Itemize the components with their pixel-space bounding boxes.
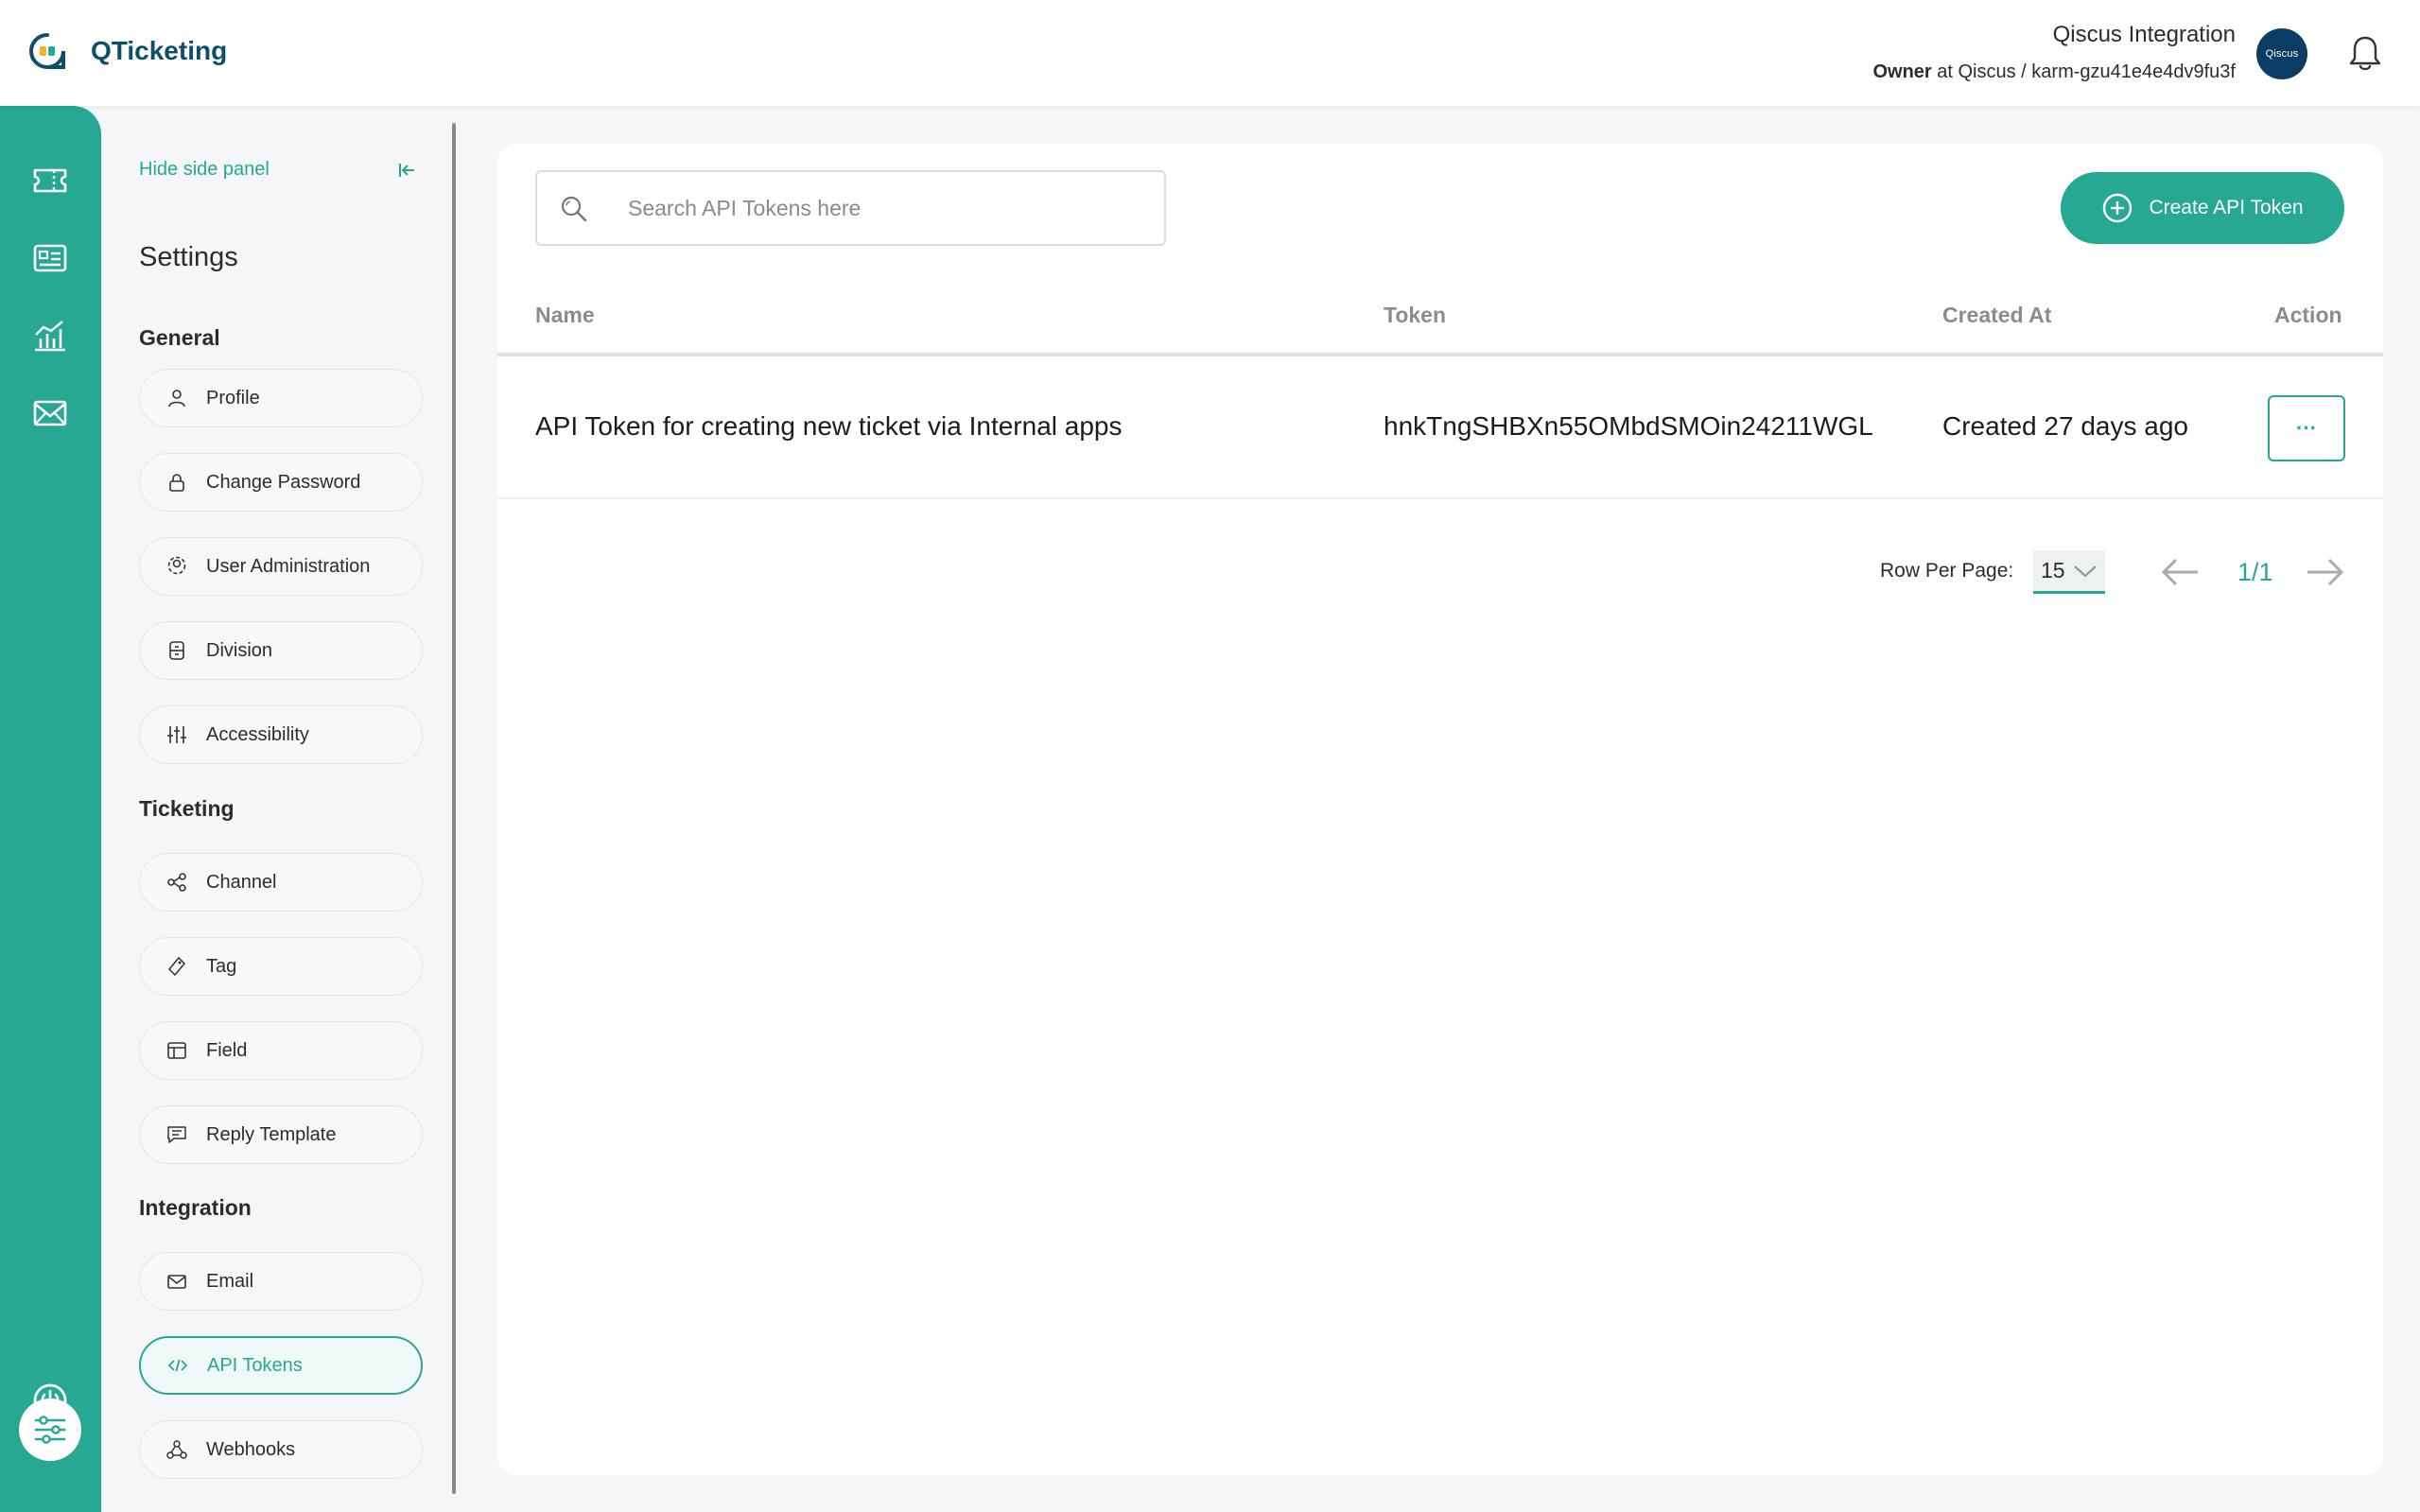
rows-per-page-value: 15	[2041, 558, 2065, 582]
tag-icon	[165, 954, 189, 979]
token-name-cell: API Token for creating new ticket via In…	[535, 411, 1123, 441]
sidebar-item-division[interactable]: Division	[139, 621, 423, 680]
sidebar-item-label: Tag	[206, 955, 237, 977]
sidebar-item-label: Field	[206, 1039, 248, 1061]
user-gear-icon	[165, 554, 189, 579]
sidebar-item-label: Change Password	[206, 471, 361, 493]
create-api-token-label: Create API Token	[2149, 197, 2304, 218]
sidebar-item-profile[interactable]: Profile	[139, 369, 423, 427]
sidebar-item-webhooks[interactable]: Webhooks	[139, 1420, 423, 1479]
lock-icon	[165, 470, 189, 495]
column-header-created-at[interactable]: Created At	[1942, 303, 2051, 328]
search-input[interactable]	[628, 172, 1139, 244]
user-role-line: Owner at Qiscus / karm-gzu41e4e4dv9fu3f	[1872, 59, 2236, 85]
avatar[interactable]: Qiscus	[2256, 28, 2307, 79]
message-icon	[165, 1122, 189, 1147]
webhook-icon	[165, 1437, 189, 1462]
sidebar-item-tag[interactable]: Tag	[139, 937, 423, 996]
adjustments-icon	[165, 722, 189, 747]
create-api-token-button[interactable]: Create API Token	[2061, 172, 2344, 244]
power-icon[interactable]	[31, 1382, 71, 1421]
user-icon	[165, 386, 189, 410]
bell-icon[interactable]	[2348, 34, 2382, 72]
api-tokens-card: Create API Token Name Token Created At A…	[497, 144, 2383, 1475]
sidebar-item-label: Reply Template	[206, 1123, 337, 1145]
user-role: Owner	[1872, 61, 1932, 82]
created-at-cell: Created 27 days ago	[1942, 411, 2188, 441]
share-icon	[165, 870, 189, 895]
division-icon	[165, 638, 189, 663]
qticketing-logo-icon	[28, 32, 66, 70]
sidebar-item-label: Email	[206, 1270, 254, 1292]
column-header-name[interactable]: Name	[535, 303, 595, 328]
app-name: QTicketing	[91, 36, 228, 65]
rows-per-page-select[interactable]: 15	[2033, 550, 2105, 594]
sidebar-item-label: API Tokens	[207, 1354, 303, 1376]
search-icon	[560, 195, 588, 223]
chevron-down-icon	[2073, 564, 2098, 579]
table-header-divider	[497, 353, 2383, 356]
hide-side-panel-link[interactable]: Hide side panel	[139, 159, 270, 181]
sidebar-item-label: Webhooks	[206, 1438, 296, 1460]
ticket-icon[interactable]	[30, 161, 70, 200]
row-action-menu-button[interactable]: ···	[2268, 395, 2345, 461]
page-indicator: 1/1	[2237, 558, 2273, 586]
avatar-text: Qiscus	[2265, 48, 2299, 60]
column-header-token[interactable]: Token	[1384, 303, 1446, 328]
layout-icon	[165, 1038, 189, 1063]
collapse-left-icon[interactable]	[397, 161, 416, 180]
sidebar-item-field[interactable]: Field	[139, 1021, 423, 1080]
side-panel-resize-handle[interactable]	[452, 123, 456, 1494]
search-field[interactable]	[535, 170, 1166, 246]
mail-icon	[165, 1269, 189, 1294]
sidebar-item-channel[interactable]: Channel	[139, 853, 423, 912]
section-general: General	[139, 325, 220, 350]
sidebar-item-label: Channel	[206, 871, 277, 893]
column-header-action: Action	[2274, 303, 2342, 327]
sidebar-item-label: Profile	[206, 387, 260, 408]
analytics-icon[interactable]	[30, 316, 70, 356]
sidebar-item-user-administration[interactable]: User Administration	[139, 537, 423, 596]
token-value-cell: hnkTngSHBXn55OMbdSMOin24211WGL	[1384, 411, 1873, 441]
section-ticketing: Ticketing	[139, 796, 235, 821]
arrow-left-icon[interactable]	[2160, 556, 2200, 588]
plus-circle-icon	[2101, 192, 2133, 224]
settings-title: Settings	[139, 242, 238, 272]
user-name: Qiscus Integration	[2052, 22, 2236, 47]
contact-card-icon[interactable]	[30, 238, 70, 278]
row-divider	[497, 497, 2383, 499]
brand[interactable]: QTicketing	[28, 32, 227, 70]
sidebar-item-label: Accessibility	[206, 723, 309, 745]
sidebar-item-label: Division	[206, 639, 273, 661]
arrow-right-icon[interactable]	[2306, 556, 2345, 588]
sidebar-item-accessibility[interactable]: Accessibility	[139, 705, 423, 764]
sidebar-item-reply-template[interactable]: Reply Template	[139, 1105, 423, 1164]
user-org: at Qiscus / karm-gzu41e4e4dv9fu3f	[1937, 61, 2236, 82]
section-integration: Integration	[139, 1195, 252, 1220]
top-header: QTicketing Qiscus Integration Owner at Q…	[0, 0, 2420, 106]
code-icon	[165, 1353, 190, 1378]
user-info: Qiscus Integration Owner at Qiscus / kar…	[1872, 21, 2236, 85]
mail-icon[interactable]	[30, 393, 70, 433]
sidebar-item-change-password[interactable]: Change Password	[139, 453, 423, 512]
sidebar-item-label: User Administration	[206, 555, 371, 577]
rows-per-page-label: Row Per Page:	[1880, 560, 2014, 582]
sidebar-item-email[interactable]: Email	[139, 1252, 423, 1311]
sidebar-item-api-tokens[interactable]: API Tokens	[139, 1336, 423, 1395]
app-rail	[0, 106, 101, 1512]
more-horizontal-icon: ···	[2296, 416, 2317, 440]
